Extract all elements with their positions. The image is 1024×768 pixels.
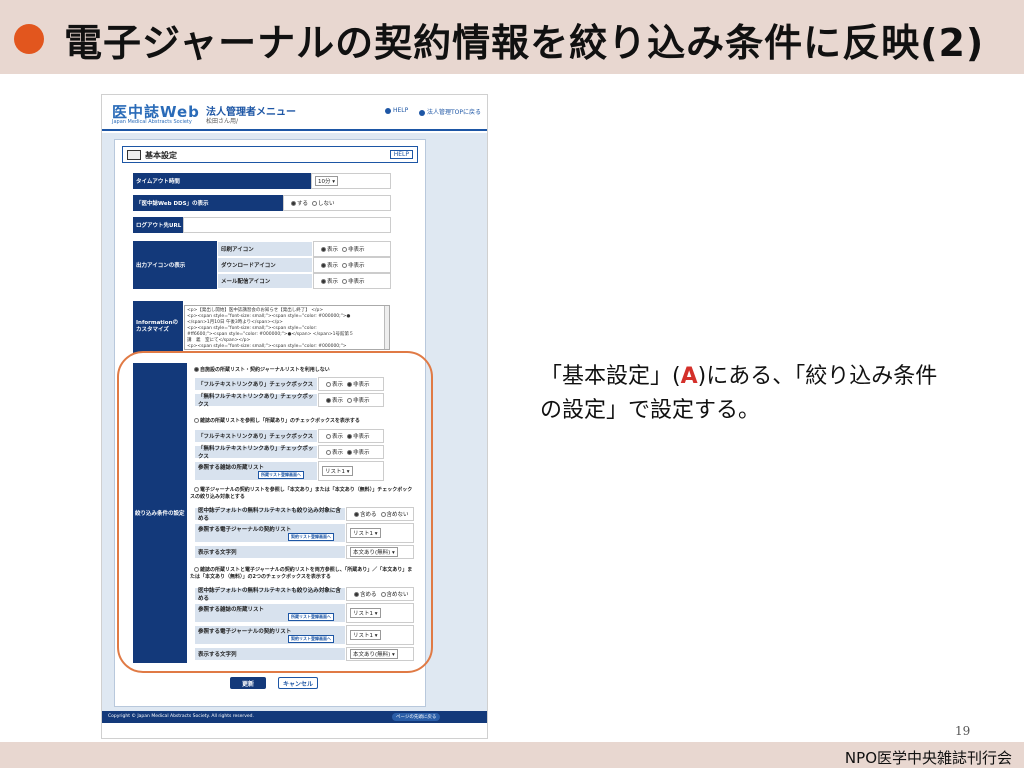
caption-accent: A: [680, 364, 698, 389]
mail-show-label: 表示: [327, 279, 339, 285]
logout-url-label: ログアウト先URL: [133, 217, 183, 233]
page-number: 19: [955, 724, 971, 738]
download-show-label: 表示: [327, 263, 339, 269]
information-label: Informationのカスタマイズ: [133, 301, 183, 353]
mail-hide-label: 非表示: [348, 279, 365, 285]
mail-icon-label: メール配信アイコン: [217, 273, 313, 289]
help-icon: [385, 107, 391, 114]
page-top-button[interactable]: ページの先頭に戻る: [392, 713, 441, 721]
download-hide-radio[interactable]: [342, 262, 348, 268]
copyright-text: Copyright © Japan Medical Abstracts Soci…: [108, 714, 254, 719]
update-button[interactable]: 更新: [230, 677, 266, 689]
information-scrollbar[interactable]: [384, 306, 389, 349]
dds-on-label: する: [297, 201, 309, 207]
cancel-button[interactable]: キャンセル: [278, 677, 318, 689]
app-footer: Copyright © Japan Medical Abstracts Soci…: [102, 711, 487, 723]
home-icon: [419, 109, 425, 116]
dds-label: 「医中誌Web DDS」の表示: [133, 195, 283, 211]
print-icon-label: 印刷アイコン: [217, 241, 313, 257]
slide-footer-bar: NPO医学中央雑誌刊行会: [0, 742, 1024, 768]
download-icon-label: ダウンロードアイコン: [217, 257, 313, 273]
info-line: <p><span style="font-size: small;"><span…: [187, 344, 347, 349]
app-header: 医中誌Web Japan Medical Abstracts Society 法…: [102, 95, 487, 131]
help-link-label: HELP: [393, 107, 409, 114]
download-hide-label: 非表示: [348, 263, 365, 269]
section-help-button[interactable]: HELP: [389, 150, 413, 159]
dds-off-label: しない: [318, 201, 335, 207]
slide-caption: 「基本設定」(A)にある、「絞り込み条件の設定」で設定する。: [540, 360, 940, 428]
caption-pre: 「基本設定」(: [540, 364, 681, 389]
download-show-radio[interactable]: [321, 262, 326, 268]
mail-show-radio[interactable]: [321, 278, 326, 284]
download-icon-cell: 表示 非表示: [313, 257, 391, 273]
section-header: 基本設定 HELP: [122, 146, 418, 163]
print-show-radio[interactable]: [321, 246, 326, 252]
dds-cell: する しない: [283, 195, 391, 211]
print-show-label: 表示: [327, 247, 339, 253]
section-title: 基本設定: [145, 151, 177, 160]
admin-menu-subtitle: 松田さん用/: [206, 118, 239, 125]
print-hide-label: 非表示: [348, 247, 365, 253]
timeout-select[interactable]: 10分 ▾: [315, 176, 339, 186]
highlight-outline: [117, 351, 433, 673]
dds-off-radio[interactable]: [312, 200, 318, 206]
help-link[interactable]: HELP: [385, 107, 408, 114]
mail-icon-cell: 表示 非表示: [313, 273, 391, 289]
output-icon-label: 出力アイコンの表示: [133, 241, 217, 289]
timeout-value: 10分: [318, 179, 331, 185]
print-icon-cell: 表示 非表示: [313, 241, 391, 257]
mail-hide-radio[interactable]: [342, 278, 348, 284]
timeout-label: タイムアウト時間: [133, 173, 311, 189]
logout-url-input[interactable]: [183, 217, 391, 233]
slide-footer: NPO医学中央雑誌刊行会: [844, 749, 1012, 767]
admin-top-link[interactable]: 法人管理TOPに戻る: [419, 107, 481, 116]
print-hide-radio[interactable]: [342, 246, 348, 252]
slide-title-bar: 電子ジャーナルの契約情報を絞り込み条件に反映(2): [0, 0, 1024, 74]
information-textarea[interactable]: <p>【発出し開始】医中誌講習会のお知らせ【発出し終了】 </p> <p><sp…: [184, 305, 390, 350]
slide-title: 電子ジャーナルの契約情報を絞り込み条件に反映(2): [64, 21, 985, 65]
admin-top-label: 法人管理TOPに戻る: [427, 109, 482, 116]
app-logo-subtitle: Japan Medical Abstracts Society: [112, 119, 192, 125]
dds-on-radio[interactable]: [291, 200, 296, 206]
bullet-icon: [14, 24, 44, 54]
settings-icon: [127, 150, 141, 160]
timeout-cell: 10分 ▾: [311, 173, 391, 189]
